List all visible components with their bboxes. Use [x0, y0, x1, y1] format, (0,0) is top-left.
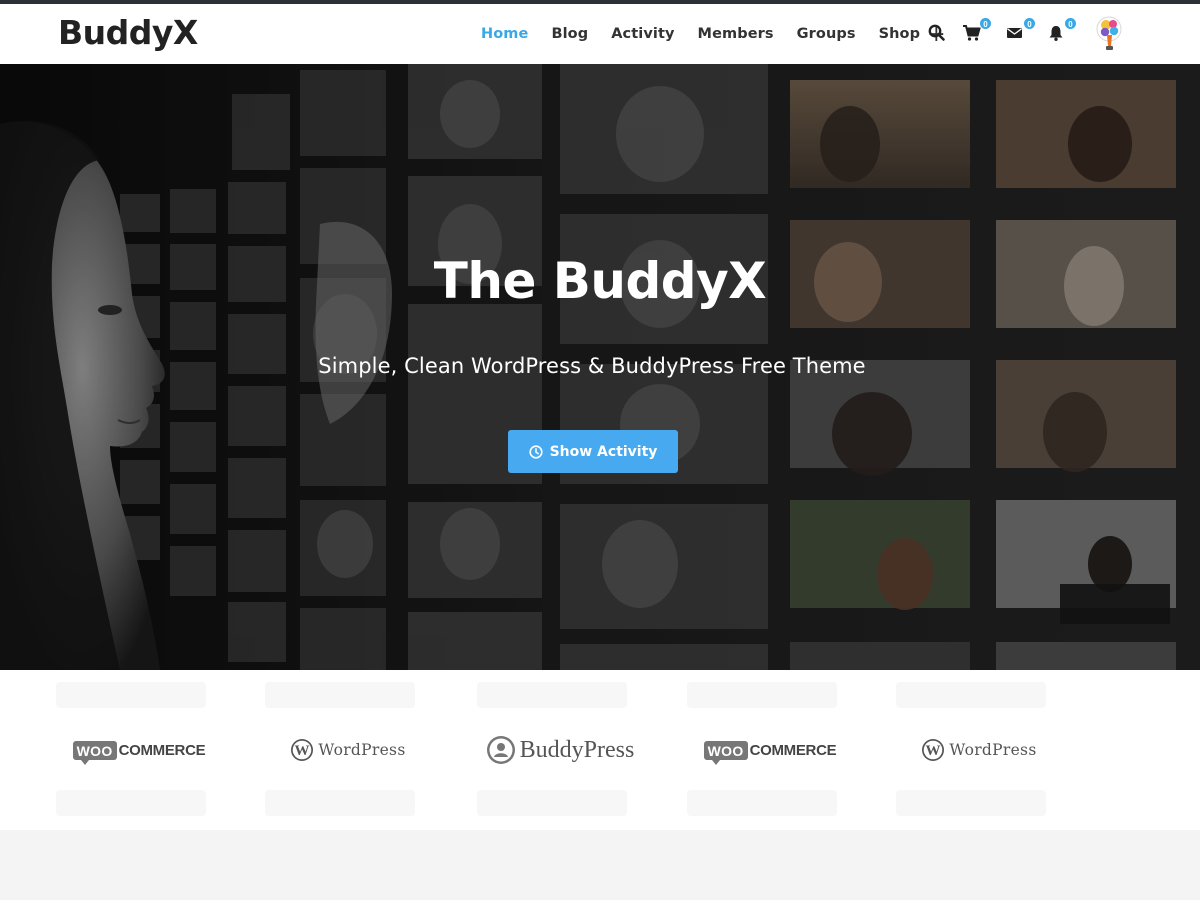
- woo-text: COMMERCE: [118, 741, 206, 759]
- buddypress-logo: BuddyPress: [486, 735, 635, 765]
- cart-icon[interactable]: 0: [962, 17, 992, 46]
- partner-logo-wordpress-2[interactable]: W WordPress: [884, 670, 1074, 830]
- bell-icon[interactable]: 0: [1047, 17, 1077, 46]
- buddypress-text: BuddyPress: [519, 736, 635, 763]
- nav-item-blog[interactable]: Blog: [551, 26, 588, 42]
- wordpress-text: WordPress: [318, 741, 406, 759]
- logo-placeholder-shadow: [56, 790, 206, 816]
- wordpress-icon: W: [922, 739, 945, 761]
- nav-item-home[interactable]: Home: [481, 26, 528, 42]
- logo-placeholder-shadow: [477, 682, 627, 708]
- partner-logo-woocommerce-1[interactable]: WOO COMMERCE: [44, 670, 234, 830]
- svg-text:W: W: [926, 743, 941, 759]
- page-bottom-area: [0, 830, 1200, 900]
- woo-badge: WOO: [72, 740, 117, 765]
- hero-subtitle: Simple, Clean WordPress & BuddyPress Fre…: [318, 354, 866, 378]
- logo-placeholder-shadow: [56, 682, 206, 708]
- clock-icon: [528, 444, 543, 459]
- hero-banner: The BuddyX Simple, Clean WordPress & Bud…: [0, 64, 1200, 670]
- nav-item-activity[interactable]: Activity: [611, 26, 674, 42]
- nav-item-groups[interactable]: Groups: [797, 26, 856, 42]
- woocommerce-logo: WOO COMMERCE: [72, 740, 206, 765]
- wordpress-logo: W WordPress: [290, 738, 405, 762]
- logo-placeholder-shadow: [477, 790, 627, 816]
- show-activity-label: Show Activity: [549, 443, 658, 460]
- buddypress-icon: [486, 736, 515, 764]
- svg-text:W: W: [295, 743, 310, 759]
- messages-count-badge: 0: [1023, 17, 1036, 30]
- logo-placeholder-shadow: [265, 682, 415, 708]
- wordpress-icon: W: [291, 739, 314, 761]
- woocommerce-logo: WOO COMMERCE: [703, 740, 837, 765]
- partner-logo-woocommerce-2[interactable]: WOO COMMERCE: [675, 670, 865, 830]
- woo-badge: WOO: [703, 740, 748, 765]
- nav-item-shop[interactable]: Shop: [879, 26, 921, 42]
- logo-placeholder-shadow: [896, 790, 1046, 816]
- wordpress-logo: W WordPress: [921, 738, 1036, 762]
- main-navigation: Home Blog Activity Members Groups Shop +: [481, 4, 960, 64]
- site-logo[interactable]: BuddyX: [58, 13, 198, 52]
- user-avatar[interactable]: [1094, 15, 1126, 53]
- logo-placeholder-shadow: [687, 790, 837, 816]
- site-header: BuddyX Home Blog Activity Members Groups…: [0, 4, 1200, 64]
- partner-logo-buddypress[interactable]: BuddyPress: [465, 670, 655, 830]
- cart-count-badge: 0: [979, 17, 992, 30]
- partner-logo-wordpress-1[interactable]: W WordPress: [253, 670, 443, 830]
- search-icon[interactable]: [927, 22, 951, 46]
- nav-item-members[interactable]: Members: [698, 26, 774, 42]
- partner-logos-strip: WOO COMMERCE W WordPress BuddyPress WOO …: [0, 670, 1200, 830]
- show-activity-button[interactable]: Show Activity: [508, 430, 678, 473]
- logo-placeholder-shadow: [687, 682, 837, 708]
- notifications-count-badge: 0: [1064, 17, 1077, 30]
- wordpress-text: WordPress: [949, 741, 1037, 759]
- logo-placeholder-shadow: [896, 682, 1046, 708]
- envelope-icon[interactable]: 0: [1006, 17, 1036, 46]
- logo-placeholder-shadow: [265, 790, 415, 816]
- hero-title: The BuddyX: [433, 252, 767, 310]
- woo-text: COMMERCE: [749, 741, 837, 759]
